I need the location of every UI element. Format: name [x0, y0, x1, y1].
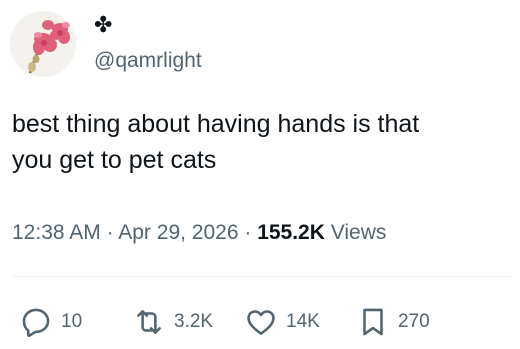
- like-count: 14K: [286, 311, 320, 332]
- tweet-time[interactable]: 12:38 AM: [12, 221, 101, 244]
- orchid-avatar-image: [10, 11, 76, 77]
- action-bar: 10 3.2K 14K 270: [0, 302, 520, 342]
- retweet-count: 3.2K: [174, 311, 214, 332]
- reply-button[interactable]: 10: [19, 302, 82, 342]
- bookmark-count: 270: [398, 311, 430, 332]
- tweet-text-line-1: best thing about having hands is that: [12, 110, 420, 138]
- meta-separator: ·: [238, 221, 258, 244]
- avatar[interactable]: [10, 11, 76, 77]
- divider: [12, 276, 512, 277]
- reply-icon: [22, 308, 50, 338]
- tweet-card: ✤ @qamrlight best thing about having han…: [0, 0, 520, 349]
- views-count[interactable]: 155.2K: [257, 221, 325, 244]
- bookmark-button[interactable]: 270: [356, 302, 430, 342]
- retweet-icon: [137, 310, 161, 334]
- bookmark-icon: [363, 308, 383, 336]
- tweet-date[interactable]: Apr 29, 2026: [118, 221, 238, 244]
- meta-separator: ·: [100, 221, 119, 244]
- retweet-button[interactable]: 3.2K: [132, 302, 213, 342]
- tweet-text: best thing about having hands is that yo…: [12, 106, 512, 178]
- tweet-meta: 12:38 AM · Apr 29, 2026 · 155.2K Views: [12, 219, 386, 247]
- tweet-text-line-2: you get to pet cats: [12, 146, 217, 174]
- heart-icon: [247, 310, 275, 335]
- like-button[interactable]: 14K: [244, 302, 320, 342]
- reply-count: 10: [61, 311, 83, 332]
- user-handle[interactable]: @qamrlight: [94, 48, 202, 74]
- views-label: Views: [324, 221, 387, 244]
- display-name[interactable]: ✤: [94, 14, 112, 36]
